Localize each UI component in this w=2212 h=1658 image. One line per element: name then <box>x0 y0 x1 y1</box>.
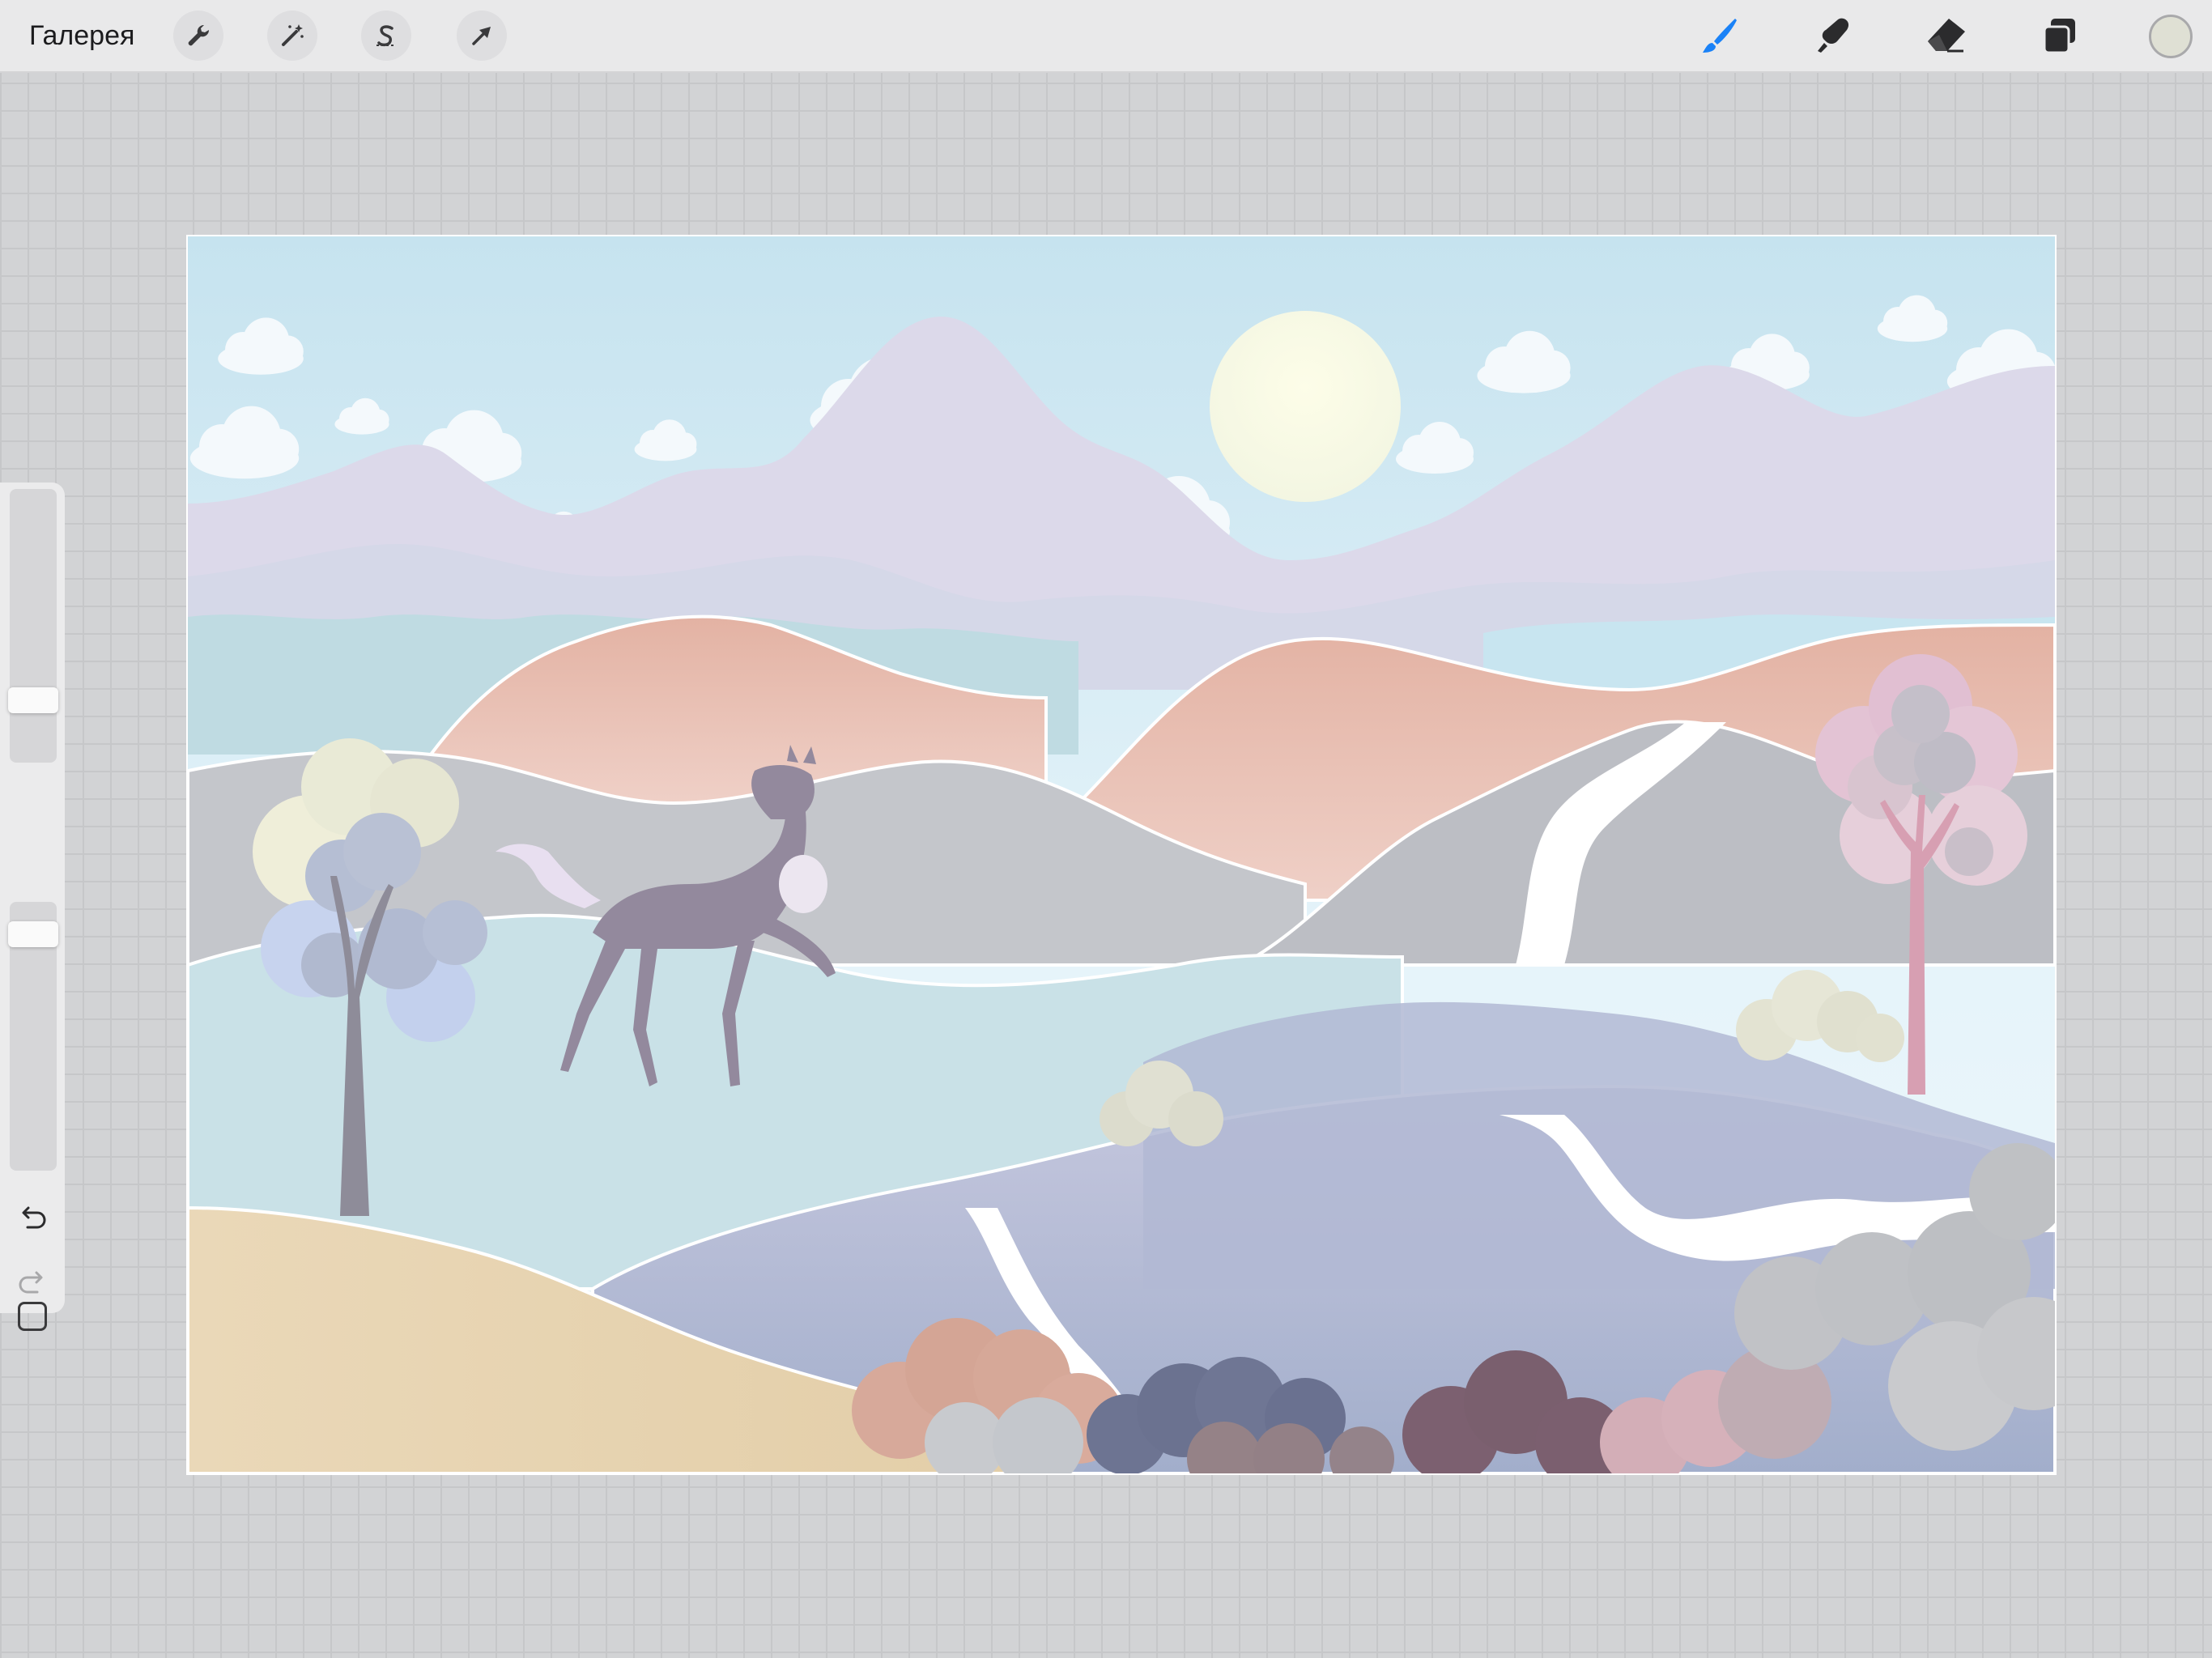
eraser-tool-button[interactable] <box>1922 11 1971 60</box>
brush-size-handle[interactable] <box>8 687 58 713</box>
smudge-tool-button[interactable] <box>1809 11 1857 60</box>
adjustments-button[interactable] <box>267 11 317 61</box>
brush-opacity-handle[interactable] <box>8 921 58 947</box>
gallery-button[interactable]: Галерея <box>29 16 134 55</box>
selection-button[interactable] <box>361 11 411 61</box>
top-toolbar: Галерея <box>0 0 2212 73</box>
brush-icon <box>1703 19 1737 53</box>
wrench-icon <box>188 24 210 46</box>
brush-size-slider[interactable] <box>8 489 58 763</box>
transform-button[interactable] <box>457 11 507 61</box>
layers-tool-button[interactable] <box>2035 11 2084 60</box>
undo-arrow-icon <box>22 1206 46 1229</box>
landscape-artwork <box>188 236 2055 1473</box>
smudge-finger-icon <box>1818 18 1849 53</box>
left-sidebar <box>0 483 65 1331</box>
layers-icon <box>2043 19 2075 54</box>
undo-button[interactable] <box>13 1198 52 1237</box>
brush-tool-button[interactable] <box>1695 11 1744 60</box>
actions-wrench-button[interactable] <box>173 11 223 61</box>
redo-button[interactable] <box>13 1263 52 1302</box>
modify-button[interactable] <box>18 1302 47 1331</box>
eraser-icon <box>1928 19 1965 53</box>
arrow-cursor-icon <box>472 27 491 45</box>
color-picker-swatch[interactable] <box>2149 15 2193 58</box>
redo-arrow-icon <box>19 1271 43 1294</box>
magic-wand-icon <box>282 24 304 46</box>
drawing-canvas[interactable] <box>186 235 2057 1475</box>
brush-opacity-slider[interactable] <box>8 902 58 1171</box>
selection-s-icon <box>376 25 396 47</box>
